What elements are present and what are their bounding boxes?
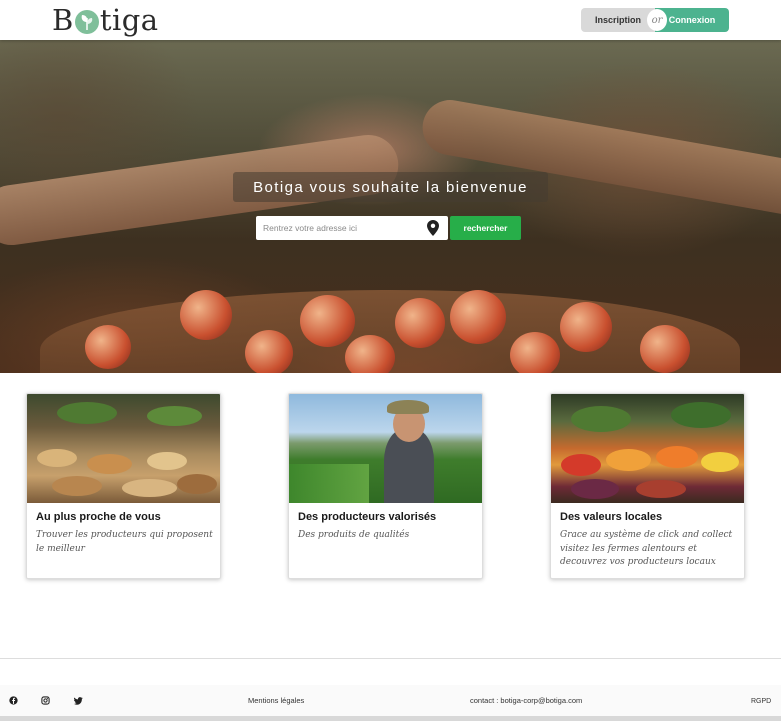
hero-image-peach xyxy=(395,298,445,348)
logo-text-start: B xyxy=(52,3,74,37)
card-description: Trouver les producteurs qui proposent le… xyxy=(36,530,213,554)
hero-image-peach xyxy=(245,330,293,373)
hero-image-peach xyxy=(300,295,355,347)
legal-notice-link[interactable]: Mentions légales xyxy=(248,696,304,705)
footer-bottom-bar xyxy=(0,716,781,721)
search-button[interactable]: rechercher xyxy=(450,216,521,240)
signup-button[interactable]: Inscription xyxy=(581,8,655,32)
hero-title: Botiga vous souhaite la bienvenue xyxy=(233,172,548,202)
card-title: Au plus proche de vous xyxy=(36,511,161,523)
address-search-box xyxy=(256,216,448,240)
farmer-portrait-image xyxy=(289,394,482,503)
auth-buttons: Inscription Connexion or xyxy=(581,8,729,32)
leaf-logo-icon xyxy=(74,10,99,34)
location-pin-icon[interactable] xyxy=(427,220,439,236)
card-title: Des producteurs valorisés xyxy=(298,511,437,523)
botiga-logo[interactable]: B tiga xyxy=(52,3,159,37)
address-input[interactable] xyxy=(256,217,416,239)
hero-image-peach xyxy=(640,325,690,373)
card-description: Des produits de qualités xyxy=(298,530,410,540)
footer: Mentions légales contact : botiga-corp@b… xyxy=(0,685,781,716)
top-navbar: B tiga Inscription Connexion or xyxy=(0,0,781,40)
hero-image-peach xyxy=(560,302,612,352)
hero-image-peach xyxy=(85,325,131,369)
footer-divider xyxy=(0,658,781,659)
twitter-icon[interactable] xyxy=(74,696,83,705)
rgpd-link[interactable]: RGPD xyxy=(751,698,771,705)
card-title: Des valeurs locales xyxy=(560,511,663,523)
market-stall-image xyxy=(27,394,220,503)
feature-card[interactable]: Au plus proche de vous Trouver les produ… xyxy=(26,393,221,579)
hero-image-peach xyxy=(450,290,506,344)
feature-card[interactable]: Des producteurs valorisés Des produits d… xyxy=(288,393,483,579)
hero-image-peach xyxy=(180,290,232,340)
or-separator: or xyxy=(647,9,667,31)
card-description: Grace au système de click and collect vi… xyxy=(560,530,733,567)
hero-image-peach xyxy=(510,332,560,373)
instagram-icon[interactable] xyxy=(41,696,50,705)
logo-text-end: tiga xyxy=(99,3,159,37)
hero-image-peach xyxy=(345,335,395,373)
feature-card[interactable]: Des valeurs locales Grace au système de … xyxy=(550,393,745,579)
contact-email[interactable]: contact : botiga-corp@botiga.com xyxy=(470,696,582,705)
fresh-produce-image xyxy=(551,394,744,503)
hero-banner xyxy=(0,40,781,373)
facebook-icon[interactable] xyxy=(9,696,18,705)
